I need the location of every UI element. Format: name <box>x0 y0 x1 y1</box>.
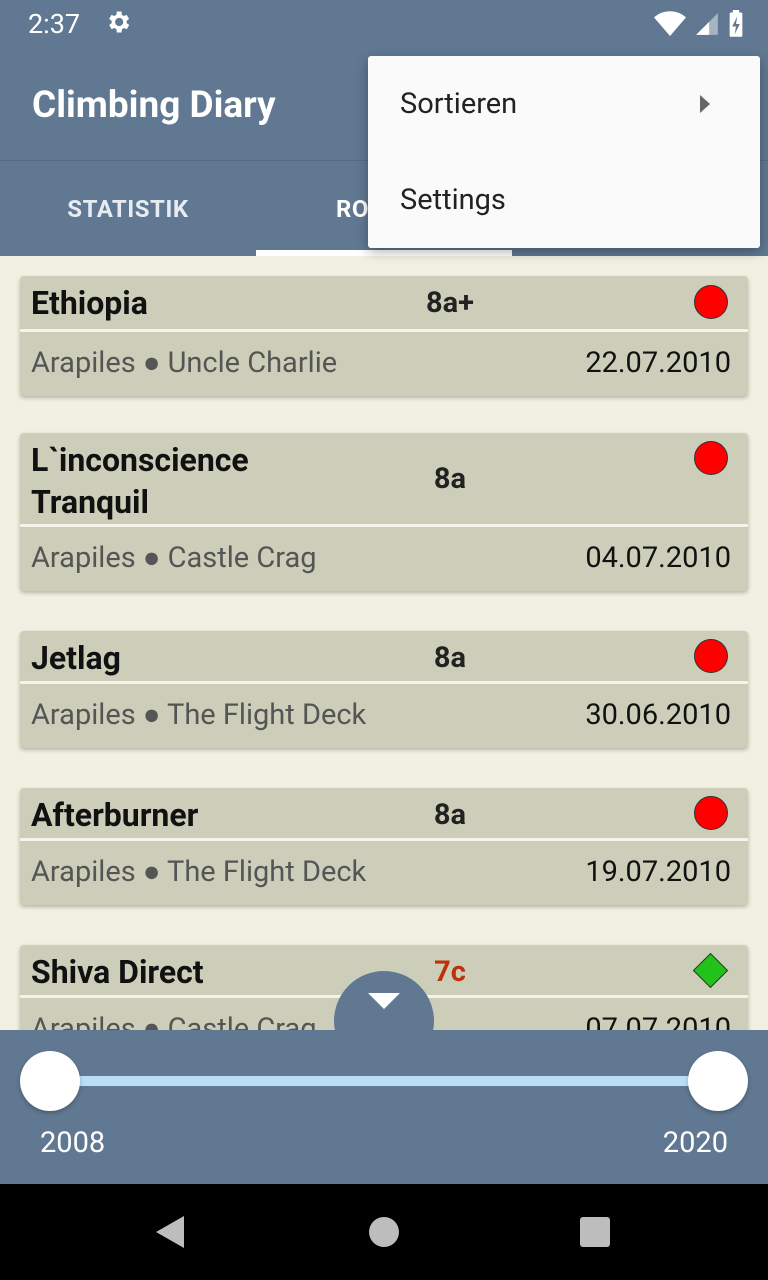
route-grade: 7c <box>434 955 466 989</box>
menu-item-label: Sortieren <box>400 87 518 121</box>
year-range-max-label: 2020 <box>662 1126 728 1160</box>
system-nav-bar <box>0 1184 768 1280</box>
battery-icon <box>728 10 744 42</box>
back-icon[interactable] <box>156 1216 184 1248</box>
year-range-min-thumb[interactable] <box>20 1051 80 1111</box>
route-date: 07.07.2010 <box>585 1012 731 1030</box>
red-point-icon <box>694 441 728 475</box>
route-grade: 8a+ <box>426 286 474 320</box>
route-name: Shiva Direct <box>31 953 204 991</box>
status-bar: 2:37 <box>0 0 768 50</box>
menu-item-label: Settings <box>400 183 506 217</box>
home-icon[interactable] <box>369 1217 399 1247</box>
route-card[interactable]: Afterburner 8a Arapiles ● The Flight Dec… <box>20 788 748 905</box>
route-location: Arapiles ● Uncle Charlie <box>31 346 338 380</box>
year-range-track[interactable] <box>50 1076 718 1086</box>
app-title: Climbing Diary <box>32 84 276 127</box>
route-date: 04.07.2010 <box>585 541 731 575</box>
collapse-panel-button[interactable] <box>334 971 434 1071</box>
route-date: 19.07.2010 <box>585 855 731 889</box>
red-point-icon <box>694 285 728 319</box>
route-name: Afterburner <box>31 796 199 834</box>
signal-icon <box>694 11 720 41</box>
route-name: Jetlag <box>31 639 121 677</box>
recents-icon[interactable] <box>580 1217 610 1247</box>
route-card[interactable]: Ethiopia 8a+ Arapiles ● Uncle Charlie 22… <box>20 276 748 396</box>
route-date: 30.06.2010 <box>585 698 731 732</box>
menu-item-sortieren[interactable]: Sortieren <box>368 56 760 152</box>
route-location: Arapiles ● The Flight Deck <box>31 855 367 889</box>
route-grade: 8a <box>433 462 467 496</box>
menu-item-settings[interactable]: Settings <box>368 152 760 248</box>
wifi-icon <box>654 10 686 42</box>
overflow-menu: Sortieren Settings <box>368 56 760 248</box>
route-grade: 8a <box>433 798 467 832</box>
route-location: Arapiles ● Castle Crag <box>31 541 317 575</box>
route-name: L`inconscience Tranquil <box>31 441 249 521</box>
route-location: Arapiles ● Castle Crag <box>31 1012 317 1030</box>
red-point-icon <box>694 796 728 830</box>
tab-statistik[interactable]: STATISTIK <box>0 161 256 257</box>
route-card[interactable]: Jetlag 8a Arapiles ● The Flight Deck 30.… <box>20 631 748 748</box>
chevron-down-icon <box>368 993 400 1009</box>
year-range-min-label: 2008 <box>40 1126 106 1160</box>
route-list[interactable]: Ethiopia 8a+ Arapiles ● Uncle Charlie 22… <box>0 256 768 1030</box>
route-name: Ethiopia <box>31 284 148 322</box>
route-date: 22.07.2010 <box>585 346 731 380</box>
route-card[interactable]: L`inconscience Tranquil 8a Arapiles ● Ca… <box>20 433 748 591</box>
red-point-icon <box>694 639 728 673</box>
submenu-arrow-icon <box>700 95 710 113</box>
onsight-diamond-icon <box>692 952 729 989</box>
route-grade: 8a <box>433 641 467 675</box>
route-location: Arapiles ● The Flight Deck <box>31 698 367 732</box>
gear-icon <box>104 8 132 40</box>
status-time: 2:37 <box>28 8 81 40</box>
year-range-max-thumb[interactable] <box>688 1051 748 1111</box>
